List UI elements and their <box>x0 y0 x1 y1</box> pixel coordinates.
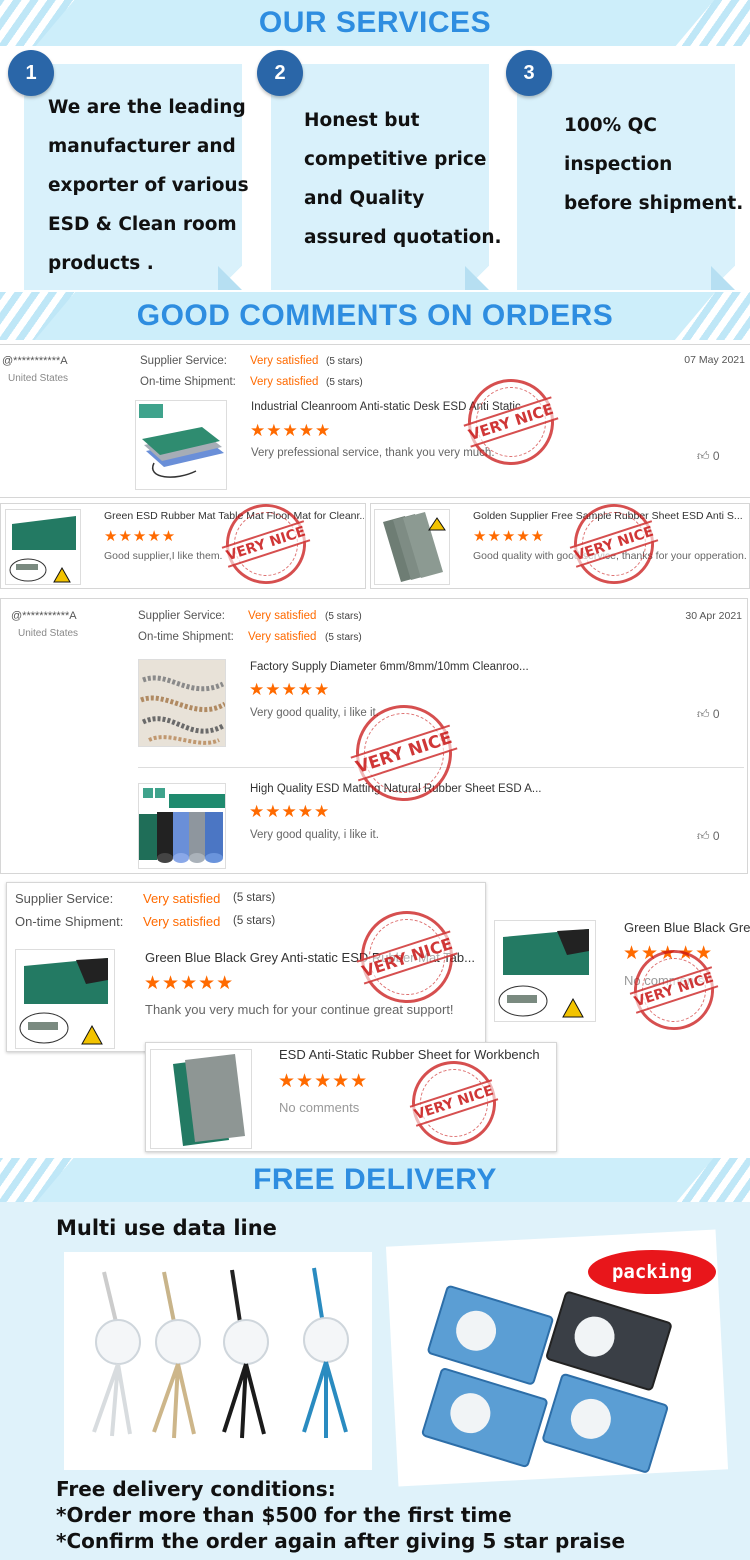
thumbs-up-icon: 👍︎ <box>697 707 710 721</box>
reviewer-name: @***********A <box>11 610 77 622</box>
rating-stars: ★★★★★ <box>278 1071 369 1092</box>
product-title[interactable]: Green Blue Black Grey <box>624 920 750 935</box>
product-image[interactable] <box>5 509 81 585</box>
product-title[interactable]: Factory Supply Diameter 6mm/8mm/10mm Cle… <box>250 661 550 673</box>
data-line-image <box>64 1252 372 1470</box>
service-number-badge: 2 <box>257 50 303 96</box>
very-nice-stamp: VERY NICE <box>456 367 566 477</box>
service-text-3: 100% QC inspection before shipment. <box>564 115 744 214</box>
review-comment: No comments <box>279 1100 360 1115</box>
product-image[interactable] <box>135 400 227 490</box>
product-image[interactable] <box>138 659 226 747</box>
delivery-conditions: Free delivery conditions: *Order more th… <box>56 1477 626 1553</box>
review-date: 07 May 2021 <box>684 354 745 366</box>
very-nice-stamp: VERY NICE <box>349 899 465 1015</box>
review-comment: Very prefessional service, thank you ver… <box>251 447 495 459</box>
review-comment: Very good quality, i like it. <box>250 829 379 841</box>
rating-stars: ★★★★★ <box>249 802 331 821</box>
review-card: Green ESD Rubber Mat Table Mat Floor Mat… <box>0 493 366 595</box>
packing-bubble: packing <box>588 1250 716 1294</box>
comments-title: GOOD COMMENTS ON ORDERS <box>136 299 614 332</box>
review-comment: Very good quality, i like it. <box>250 707 379 719</box>
like-button[interactable]: 👍︎ 0 <box>697 707 720 722</box>
delivery-banner: FREE DELIVERY <box>0 1158 750 1202</box>
services-area: 1 2 3 We are the leading manufacturer and… <box>0 46 750 292</box>
product-image[interactable] <box>15 949 115 1049</box>
very-nice-stamp: VERY NICE <box>563 493 665 595</box>
thumbs-up-icon: 👍︎ <box>697 829 710 843</box>
rating-stars: ★★★★★ <box>249 680 331 699</box>
review-card: ESD Anti-Static Rubber Sheet for Workben… <box>145 1042 557 1156</box>
review-comment: Thank you very much for your continue gr… <box>145 1002 454 1017</box>
like-button[interactable]: 👍︎ 0 <box>697 829 720 844</box>
review-card: Supplier Service: Very satisfied (5 star… <box>6 882 486 1052</box>
service-number-badge: 3 <box>506 50 552 96</box>
very-nice-stamp: VERY NICE <box>401 1050 507 1156</box>
rating-stars: ★★★★★ <box>104 528 177 545</box>
reviewer-country: United States <box>18 628 79 639</box>
product-image[interactable] <box>138 783 226 869</box>
reviewer-name: @***********A <box>2 355 68 367</box>
product-image[interactable] <box>374 509 450 585</box>
comments-banner: GOOD COMMENTS ON ORDERS <box>0 292 750 340</box>
product-title[interactable]: ESD Anti-Static Rubber Sheet for Workben… <box>279 1047 555 1062</box>
review-card: @***********A United States Supplier Ser… <box>0 598 748 874</box>
delivery-product-title: Multi use data line <box>56 1216 277 1240</box>
thumbs-up-icon: 👍︎ <box>697 449 710 463</box>
product-image[interactable] <box>494 920 596 1022</box>
services-banner: OUR SERVICES <box>0 0 750 46</box>
review-date: 30 Apr 2021 <box>685 610 742 622</box>
review-card: @***********A United States Supplier Ser… <box>0 344 750 498</box>
delivery-title: FREE DELIVERY <box>253 1163 497 1196</box>
very-nice-stamp: VERY NICE <box>215 493 317 595</box>
review-card: Green Blue Black Grey ★★★★★ No comments … <box>494 910 750 1041</box>
delivery-section: Multi use data line packing Free deliver… <box>0 1202 750 1560</box>
reviewer-country: United States <box>8 373 69 384</box>
rating-stars: ★★★★★ <box>144 973 235 994</box>
service-text-1: We are the leading manufacturer and export… <box>48 97 249 274</box>
product-image[interactable] <box>150 1049 252 1149</box>
review-comment: Good supplier,I like them. <box>104 550 223 562</box>
like-button[interactable]: 👍︎ 0 <box>697 449 720 464</box>
services-title: OUR SERVICES <box>258 6 492 39</box>
rating-stars: ★★★★★ <box>473 528 546 545</box>
rating-stars: ★★★★★ <box>250 421 332 440</box>
service-text-2: Honest but competitive price and Quality as… <box>304 110 502 248</box>
review-card: Golden Supplier Free Sample Rubber Sheet… <box>370 493 750 595</box>
